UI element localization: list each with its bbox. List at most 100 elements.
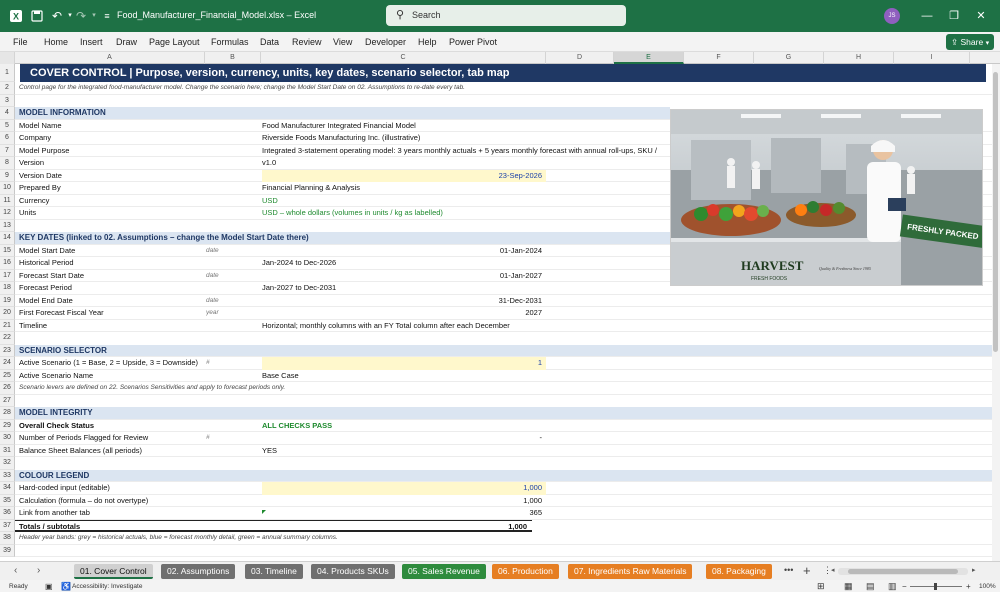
value-cell[interactable]: 01-Jan-2024 [262,245,546,258]
label-cell[interactable]: Hard-coded input (editable) [19,482,205,495]
row-header[interactable]: 19 [0,294,15,307]
scroll-right-icon[interactable]: ▸ [972,566,976,574]
zoom-slider-handle[interactable] [934,583,937,590]
section-title-model-integrity[interactable]: MODEL INTEGRITY [19,407,419,420]
label-cell[interactable]: Balance Sheet Balances (all periods) [19,445,205,458]
more-tabs-icon[interactable]: ••• [784,565,793,575]
label-cell[interactable]: First Forecast Fiscal Year [19,307,205,320]
value-cell[interactable]: YES [262,445,462,458]
label-cell[interactable]: Currency [19,195,205,208]
value-cell[interactable]: 31-Dec-2031 [262,295,546,308]
value-cell[interactable]: 01-Jan-2027 [262,270,546,283]
menu-page-layout[interactable]: Page Layout [149,37,200,47]
zoom-in-icon[interactable]: + [966,582,971,591]
value-cell[interactable]: Food Manufacturer Integrated Financial M… [262,120,662,133]
menu-power-pivot[interactable]: Power Pivot [449,37,497,47]
column-header-e[interactable]: E [614,52,684,64]
unit-cell[interactable]: date [206,295,246,308]
row-header[interactable]: 36 [0,507,15,520]
label-cell[interactable]: Prepared By [19,182,205,195]
row-header[interactable]: 35 [0,494,15,507]
row-header[interactable]: 37 [0,519,15,532]
section-title-key-dates[interactable]: KEY DATES (linked to 02. Assumptions – c… [19,232,619,245]
scrollbar-thumb[interactable] [993,72,998,352]
value-cell[interactable]: Base Case [262,370,462,383]
row-header[interactable]: 31 [0,444,15,457]
macro-record-icon[interactable]: ▣ [45,582,53,591]
menu-developer[interactable]: Developer [365,37,406,47]
column-header-a[interactable]: A [15,52,205,64]
menu-data[interactable]: Data [260,37,279,47]
row-header[interactable]: 24 [0,357,15,370]
note-cell[interactable]: Scenario levers are defined on 22. Scena… [19,382,619,395]
value-cell[interactable]: USD – whole dollars (volumes in units / … [262,207,662,220]
section-title-scenario-selector[interactable]: SCENARIO SELECTOR [19,345,419,358]
value-cell[interactable]: - [262,432,546,445]
row-header[interactable]: 8 [0,157,15,170]
redo-icon[interactable]: ↷ [74,9,88,23]
row-header[interactable]: 14 [0,232,15,245]
row-header[interactable]: 12 [0,207,15,220]
scenario-input[interactable]: 1 [262,357,546,370]
note-cell[interactable]: Header year bands: grey = historical act… [19,532,619,545]
redo-dropdown-icon[interactable]: ▾ [87,9,101,23]
menu-help[interactable]: Help [418,37,437,47]
menu-view[interactable]: View [333,37,352,47]
value-cell[interactable]: Jan-2027 to Dec-2031 [262,282,562,295]
row-header[interactable]: 1 [0,64,15,82]
menu-insert[interactable]: Insert [80,37,103,47]
minimize-icon[interactable]: — [919,8,935,24]
page-title[interactable]: COVER CONTROL | Purpose, version, curren… [20,64,986,82]
row-header[interactable]: 34 [0,482,15,495]
unit-cell[interactable]: date [206,270,246,283]
row-header[interactable]: 11 [0,194,15,207]
horizontal-scrollbar[interactable] [838,568,968,575]
sheet-tab[interactable]: 06. Production [492,564,559,579]
column-header-c[interactable]: C [261,52,546,64]
column-header-b[interactable]: B [205,52,261,64]
share-button[interactable]: ⇪ Share ▾ [946,34,994,50]
row-header[interactable]: 2 [0,82,15,95]
row-header[interactable]: 3 [0,94,15,107]
vertical-scrollbar[interactable] [992,64,1000,561]
sheet-tab[interactable]: 04. Products SKUs [311,564,395,579]
row-header[interactable]: 9 [0,169,15,182]
value-cell[interactable]: v1.0 [262,157,462,170]
sheet-tab[interactable]: 08. Packaging [706,564,772,579]
unit-cell[interactable]: year [206,307,246,320]
column-header-i[interactable]: I [894,52,970,64]
label-cell[interactable]: Company [19,132,205,145]
scroll-left-icon[interactable]: ◂ [831,566,835,574]
row-header[interactable]: 25 [0,369,15,382]
row-header[interactable]: 23 [0,344,15,357]
menu-home[interactable]: Home [44,37,68,47]
label-cell[interactable]: Calculation (formula – do not overtype) [19,495,205,508]
section-title-model-information[interactable]: MODEL INFORMATION [19,107,419,120]
select-all-corner[interactable] [0,52,15,64]
row-header[interactable]: 13 [0,219,15,232]
unit-cell[interactable]: # [206,357,246,370]
row-header[interactable]: 28 [0,407,15,420]
column-header-h[interactable]: H [824,52,894,64]
row-header[interactable]: 22 [0,332,15,345]
close-icon[interactable]: ✕ [973,8,989,24]
label-cell[interactable]: Timeline [19,320,205,333]
sheet-tab[interactable]: 05. Sales Revenue [402,564,486,579]
tab-scroll-right-icon[interactable]: › [37,565,40,576]
row-header[interactable]: 4 [0,107,15,120]
scrollbar-thumb[interactable] [848,569,958,574]
factory-photo[interactable]: FRESHLY PACKED HARVEST FRESH FOODS Quali… [670,109,983,286]
zoom-level[interactable]: 100% [979,583,996,590]
page-layout-view-icon[interactable]: ▤ [866,581,875,592]
label-cell[interactable]: Historical Period [19,257,205,270]
legend-link-sample[interactable]: 365 [262,507,546,520]
avatar[interactable]: JS [884,8,900,24]
restore-icon[interactable]: ❐ [946,8,962,24]
customize-toolbar-icon[interactable]: ≡ [100,9,114,23]
row-header[interactable]: 20 [0,307,15,320]
sheet-tab[interactable]: 07. Ingredients Raw Materials [568,564,693,579]
menu-file[interactable]: File [13,37,28,47]
unit-cell[interactable]: # [206,432,246,445]
row-header[interactable]: 21 [0,319,15,332]
value-cell[interactable]: Riverside Foods Manufacturing Inc. (illu… [262,132,662,145]
